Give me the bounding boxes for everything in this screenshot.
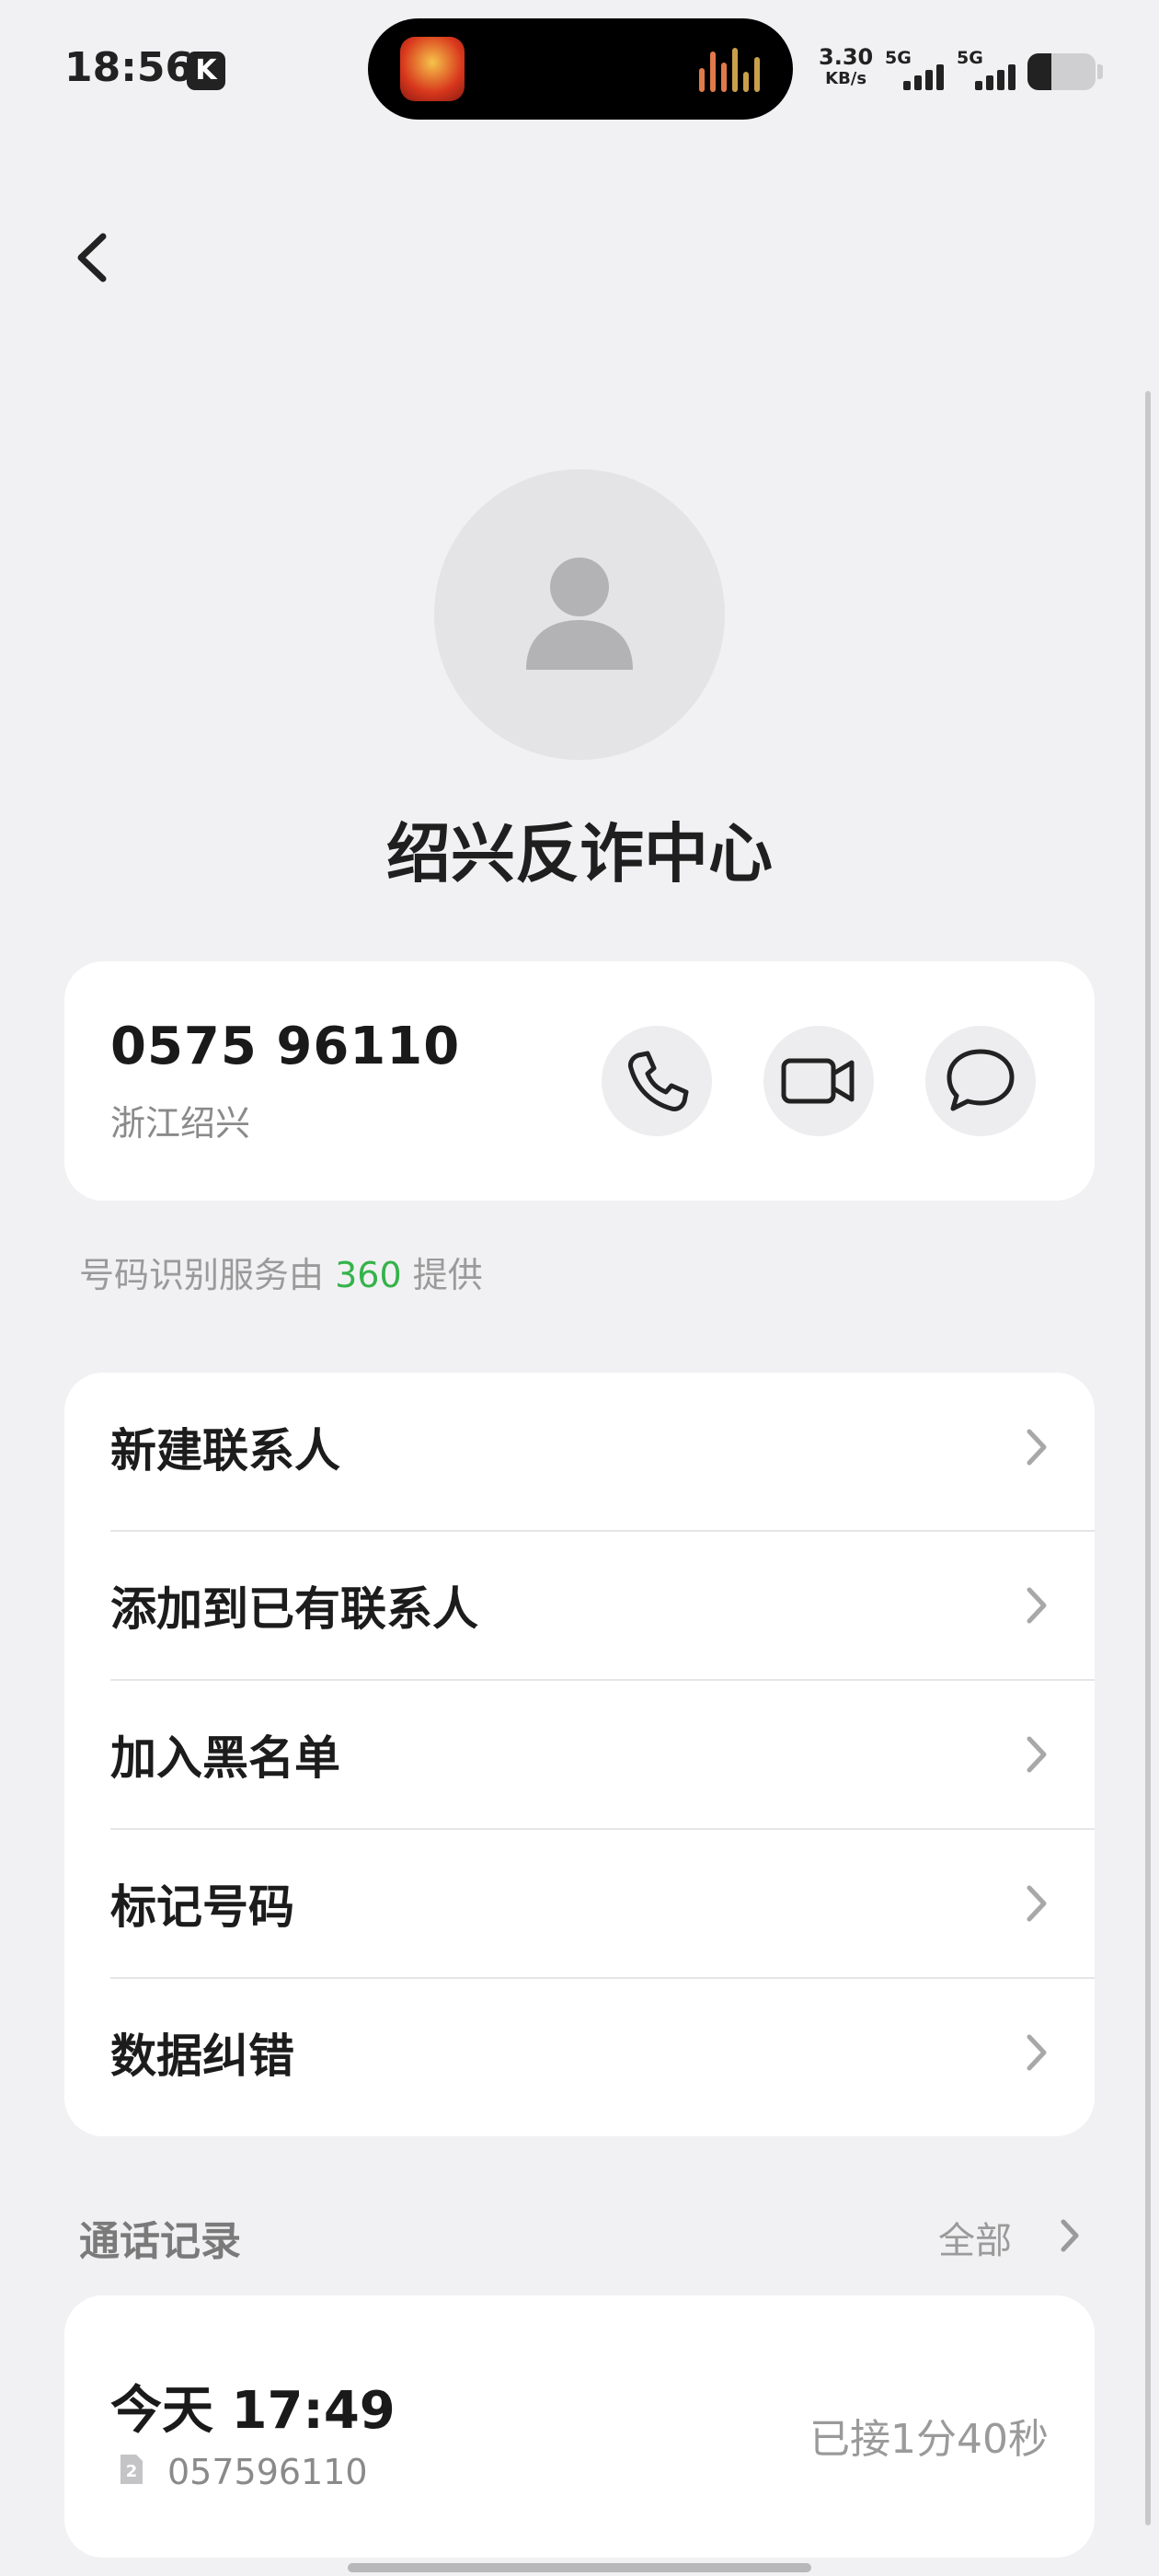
chevron-right-icon[interactable]: [1056, 2215, 1084, 2256]
message-bubble-icon: [947, 1049, 1015, 1111]
menu-item-label: 添加到已有联系人: [110, 1581, 478, 1636]
battery-icon: [1027, 53, 1096, 90]
provider-prefix: 号码识别服务由: [79, 1255, 325, 1295]
number-card: 0575 96110 浙江绍兴: [64, 961, 1095, 1201]
video-camera-icon: [781, 1058, 855, 1104]
provider-note: 号码识别服务由 360 提供: [79, 1247, 483, 1297]
chevron-right-icon: [1027, 1885, 1047, 1921]
contact-name: 绍兴反诈中心: [386, 816, 773, 891]
sim1-network-type: 5G: [885, 48, 912, 68]
scrollbar[interactable]: [1145, 391, 1151, 2525]
chevron-right-icon: [1027, 2034, 1047, 2070]
sim2-signal-icon: 5G: [957, 48, 1027, 90]
menu-item-label: 数据纠错: [110, 2029, 294, 2083]
call-button[interactable]: [602, 1026, 712, 1136]
notification-app-icon: K: [187, 52, 225, 90]
call-record-number: 057596110: [167, 2452, 368, 2492]
call-record-status: 已接1分40秒: [809, 2416, 1049, 2463]
sim-card-icon: 2: [120, 2455, 143, 2484]
menu-item-data-correction[interactable]: 数据纠错: [64, 1978, 1095, 2126]
provider-suffix: 提供: [412, 1255, 483, 1295]
call-record-time: 今天 17:49: [110, 2381, 396, 2441]
chevron-right-icon: [1027, 1587, 1047, 1623]
chevron-left-icon: [77, 233, 107, 282]
menu-item-label: 新建联系人: [110, 1423, 340, 1478]
avatar[interactable]: [434, 469, 725, 760]
home-indicator[interactable]: [348, 2563, 811, 2572]
call-record-item[interactable]: 今天 17:49 2 057596110 已接1分40秒: [64, 2295, 1095, 2558]
network-speed-value: 3.30: [819, 44, 874, 70]
view-all-link[interactable]: 全部: [938, 2211, 1012, 2264]
menu-item-add-to-existing[interactable]: 添加到已有联系人: [64, 1531, 1095, 1679]
phone-number[interactable]: 0575 96110: [110, 1017, 460, 1076]
menu-item-label: 标记号码: [110, 1880, 294, 1934]
person-icon: [526, 558, 633, 670]
status-bar: 18:56 K 3.30 KB/s 5G 5G: [0, 0, 1159, 138]
video-call-button[interactable]: [763, 1026, 874, 1136]
menu-item-label: 加入黑名单: [110, 1731, 340, 1785]
message-button[interactable]: [925, 1026, 1036, 1136]
back-button[interactable]: [66, 225, 121, 290]
dynamic-island[interactable]: [368, 18, 793, 120]
chevron-right-icon: [1027, 1736, 1047, 1772]
provider-brand: 360: [335, 1255, 402, 1295]
sim-slot-number: 2: [126, 2462, 138, 2481]
audio-wave-icon: [699, 46, 763, 92]
sim1-signal-icon: 5G: [885, 48, 955, 90]
call-log-title: 通话记录: [79, 2218, 241, 2265]
menu-item-blacklist[interactable]: 加入黑名单: [64, 1680, 1095, 1828]
network-speed: 3.30 KB/s: [819, 46, 873, 87]
battery-tip: [1097, 64, 1103, 79]
chevron-right-icon: [1027, 1429, 1047, 1465]
status-time: 18:56: [64, 44, 194, 91]
phone-icon: [628, 1051, 689, 1111]
network-speed-unit: KB/s: [825, 69, 867, 88]
number-location: 浙江绍兴: [110, 1103, 251, 1144]
menu-item-mark-number[interactable]: 标记号码: [64, 1829, 1095, 1977]
sim2-network-type: 5G: [957, 48, 983, 68]
menu-item-new-contact[interactable]: 新建联系人: [64, 1373, 1095, 1521]
game-app-icon[interactable]: [400, 37, 465, 101]
action-menu: 新建联系人 添加到已有联系人 加入黑名单 标记号码 数据纠错: [64, 1373, 1095, 2136]
